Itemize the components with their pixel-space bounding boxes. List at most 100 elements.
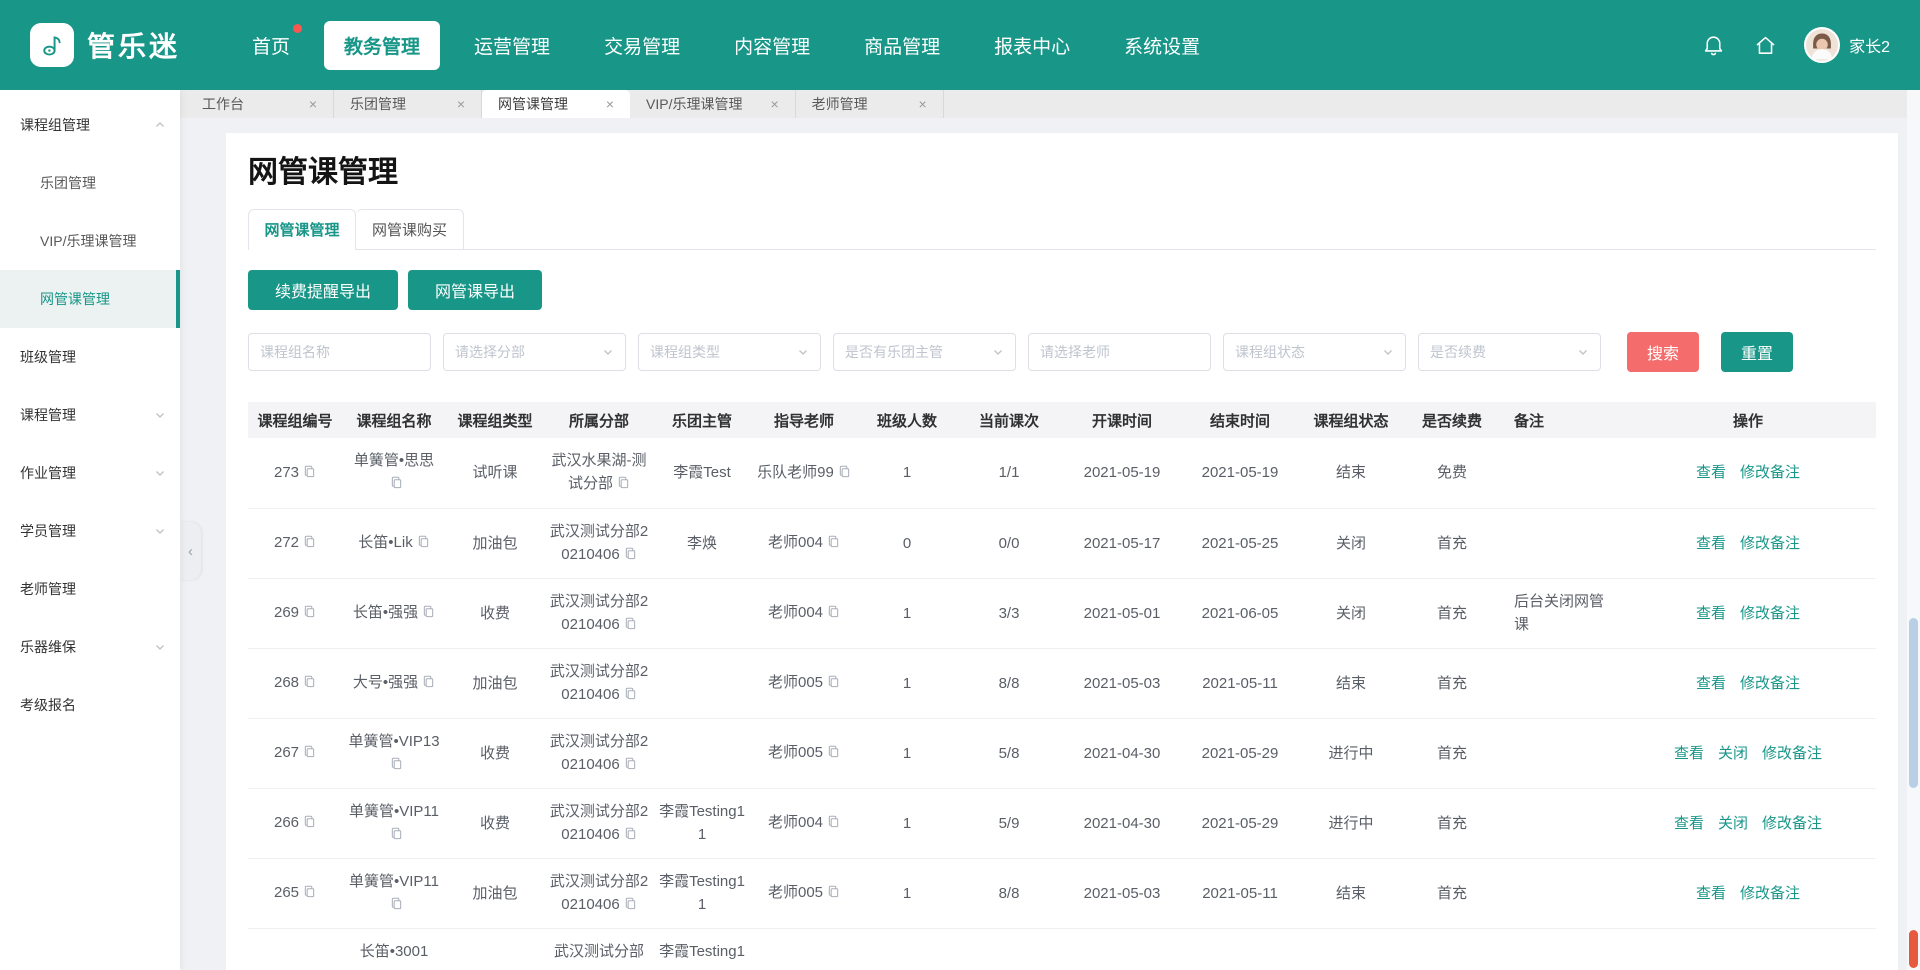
nav-item-transaction-admin[interactable]: 交易管理 xyxy=(584,21,700,70)
copy-icon[interactable] xyxy=(624,544,637,567)
copy-icon[interactable] xyxy=(390,894,403,917)
copy-icon[interactable] xyxy=(827,672,840,695)
sidebar-item-homework-mgmt[interactable]: 作业管理 xyxy=(0,444,180,502)
edit-remark-link[interactable]: 修改备注 xyxy=(1762,745,1822,762)
filter-has-band-manager-select[interactable]: 是否有乐团主管 xyxy=(833,333,1016,371)
sidebar-item-student-mgmt[interactable]: 学员管理 xyxy=(0,502,180,560)
nav-item-label: 系统设置 xyxy=(1124,37,1200,58)
cell-group-id: 272 xyxy=(248,508,342,578)
close-tab-icon[interactable]: × xyxy=(918,96,926,112)
user-name[interactable]: 家长2 xyxy=(1849,33,1890,57)
view-link[interactable]: 查看 xyxy=(1696,675,1726,692)
search-button[interactable]: 搜索 xyxy=(1627,332,1699,372)
close-tab-icon[interactable]: × xyxy=(309,96,317,112)
filter-branch-select[interactable]: 请选择分部 xyxy=(443,333,626,371)
tab-vip-theory-course-mgmt[interactable]: VIP/乐理课管理× xyxy=(630,90,796,118)
sidebar-item-exam-registration[interactable]: 考级报名 xyxy=(0,676,180,734)
copy-icon[interactable] xyxy=(303,742,316,765)
copy-icon[interactable] xyxy=(624,754,637,777)
copy-icon[interactable] xyxy=(827,742,840,765)
copy-icon[interactable] xyxy=(422,672,435,695)
nav-item-product-admin[interactable]: 商品管理 xyxy=(844,21,960,70)
copy-icon[interactable] xyxy=(303,532,316,555)
copy-icon[interactable] xyxy=(390,754,403,777)
view-link[interactable]: 查看 xyxy=(1696,535,1726,552)
copy-icon[interactable] xyxy=(390,473,403,496)
close-tab-icon[interactable]: × xyxy=(606,96,614,112)
filter-teacher-input[interactable] xyxy=(1028,333,1211,371)
copy-icon[interactable] xyxy=(417,532,430,555)
copy-icon[interactable] xyxy=(827,602,840,625)
subtab-online-course-mgmt[interactable]: 网管课管理 xyxy=(248,209,356,249)
bell-icon[interactable] xyxy=(1700,32,1726,58)
copy-icon[interactable] xyxy=(303,462,316,485)
close-link[interactable]: 关闭 xyxy=(1718,815,1748,832)
chevron-down-icon xyxy=(1577,346,1589,358)
sidebar-item-course-mgmt[interactable]: 课程管理 xyxy=(0,386,180,444)
close-tab-icon[interactable]: × xyxy=(457,96,465,112)
filter-renewal-select[interactable]: 是否续费 xyxy=(1418,333,1601,371)
nav-item-academic-admin[interactable]: 教务管理 xyxy=(324,21,440,70)
copy-icon[interactable] xyxy=(303,812,316,835)
copy-icon[interactable] xyxy=(303,672,316,695)
view-link[interactable]: 查看 xyxy=(1674,745,1704,762)
filter-course-group-type-select[interactable]: 课程组类型 xyxy=(638,333,821,371)
edit-remark-link[interactable]: 修改备注 xyxy=(1740,464,1800,481)
filter-teacher-field[interactable] xyxy=(1040,344,1199,360)
nav-item-operations-admin[interactable]: 运营管理 xyxy=(454,21,570,70)
copy-icon[interactable] xyxy=(390,824,403,847)
tab-teacher-mgmt[interactable]: 老师管理× xyxy=(796,90,944,118)
home-icon[interactable] xyxy=(1752,32,1778,58)
copy-icon[interactable] xyxy=(624,894,637,917)
close-tab-icon[interactable]: × xyxy=(770,96,778,112)
view-link[interactable]: 查看 xyxy=(1696,464,1726,481)
nav-item-content-admin[interactable]: 内容管理 xyxy=(714,21,830,70)
reset-button[interactable]: 重置 xyxy=(1721,332,1793,372)
filter-course-group-name-field[interactable] xyxy=(260,344,419,360)
copy-icon[interactable] xyxy=(624,684,637,707)
copy-icon[interactable] xyxy=(827,812,840,835)
brand-logo[interactable]: 管乐迷 xyxy=(30,23,180,67)
close-link[interactable]: 关闭 xyxy=(1718,745,1748,762)
edit-remark-link[interactable]: 修改备注 xyxy=(1740,675,1800,692)
avatar[interactable] xyxy=(1804,27,1840,63)
scrollbar-thumb[interactable] xyxy=(1909,618,1918,788)
view-link[interactable]: 查看 xyxy=(1674,815,1704,832)
tab-band-mgmt[interactable]: 乐团管理× xyxy=(334,90,482,118)
sidebar-item-teacher-mgmt[interactable]: 老师管理 xyxy=(0,560,180,618)
copy-icon[interactable] xyxy=(827,532,840,555)
view-link[interactable]: 查看 xyxy=(1696,605,1726,622)
copy-icon[interactable] xyxy=(624,614,637,637)
sidebar-item-online-course-mgmt[interactable]: 网管课管理 xyxy=(0,270,180,328)
copy-icon[interactable] xyxy=(838,462,851,485)
sidebar-collapse-handle[interactable]: ‹ xyxy=(180,522,201,580)
sidebar-item-band-mgmt[interactable]: 乐团管理 xyxy=(0,154,180,212)
copy-icon[interactable] xyxy=(303,602,316,625)
sidebar-item-vip-theory-course-mgmt[interactable]: VIP/乐理课管理 xyxy=(0,212,180,270)
sidebar-item-instrument-maintenance[interactable]: 乐器维保 xyxy=(0,618,180,676)
filter-course-group-status-select[interactable]: 课程组状态 xyxy=(1223,333,1406,371)
nav-item-home[interactable]: 首页 xyxy=(232,21,310,70)
copy-icon[interactable] xyxy=(303,882,316,905)
nav-item-report-center[interactable]: 报表中心 xyxy=(974,21,1090,70)
renewal-reminder-export-button[interactable]: 续费提醒导出 xyxy=(248,270,398,310)
edit-remark-link[interactable]: 修改备注 xyxy=(1740,605,1800,622)
nav-item-system-settings[interactable]: 系统设置 xyxy=(1104,21,1220,70)
copy-icon[interactable] xyxy=(624,824,637,847)
edit-remark-link[interactable]: 修改备注 xyxy=(1740,885,1800,902)
scrollbar-thumb-bottom[interactable] xyxy=(1909,930,1918,968)
edit-remark-link[interactable]: 修改备注 xyxy=(1740,535,1800,552)
sidebar-item-course-group-mgmt[interactable]: 课程组管理 xyxy=(0,96,180,154)
subtab-online-course-purchase[interactable]: 网管课购买 xyxy=(356,209,464,249)
tab-workbench[interactable]: 工作台× xyxy=(186,90,334,118)
vertical-scrollbar[interactable] xyxy=(1907,90,1920,970)
sidebar-item-class-mgmt[interactable]: 班级管理 xyxy=(0,328,180,386)
tab-online-course-mgmt[interactable]: 网管课管理× xyxy=(482,90,630,118)
copy-icon[interactable] xyxy=(827,882,840,905)
edit-remark-link[interactable]: 修改备注 xyxy=(1762,815,1822,832)
filter-course-group-name-input[interactable] xyxy=(248,333,431,371)
online-course-export-button[interactable]: 网管课导出 xyxy=(408,270,542,310)
view-link[interactable]: 查看 xyxy=(1696,885,1726,902)
copy-icon[interactable] xyxy=(422,602,435,625)
copy-icon[interactable] xyxy=(617,473,630,496)
